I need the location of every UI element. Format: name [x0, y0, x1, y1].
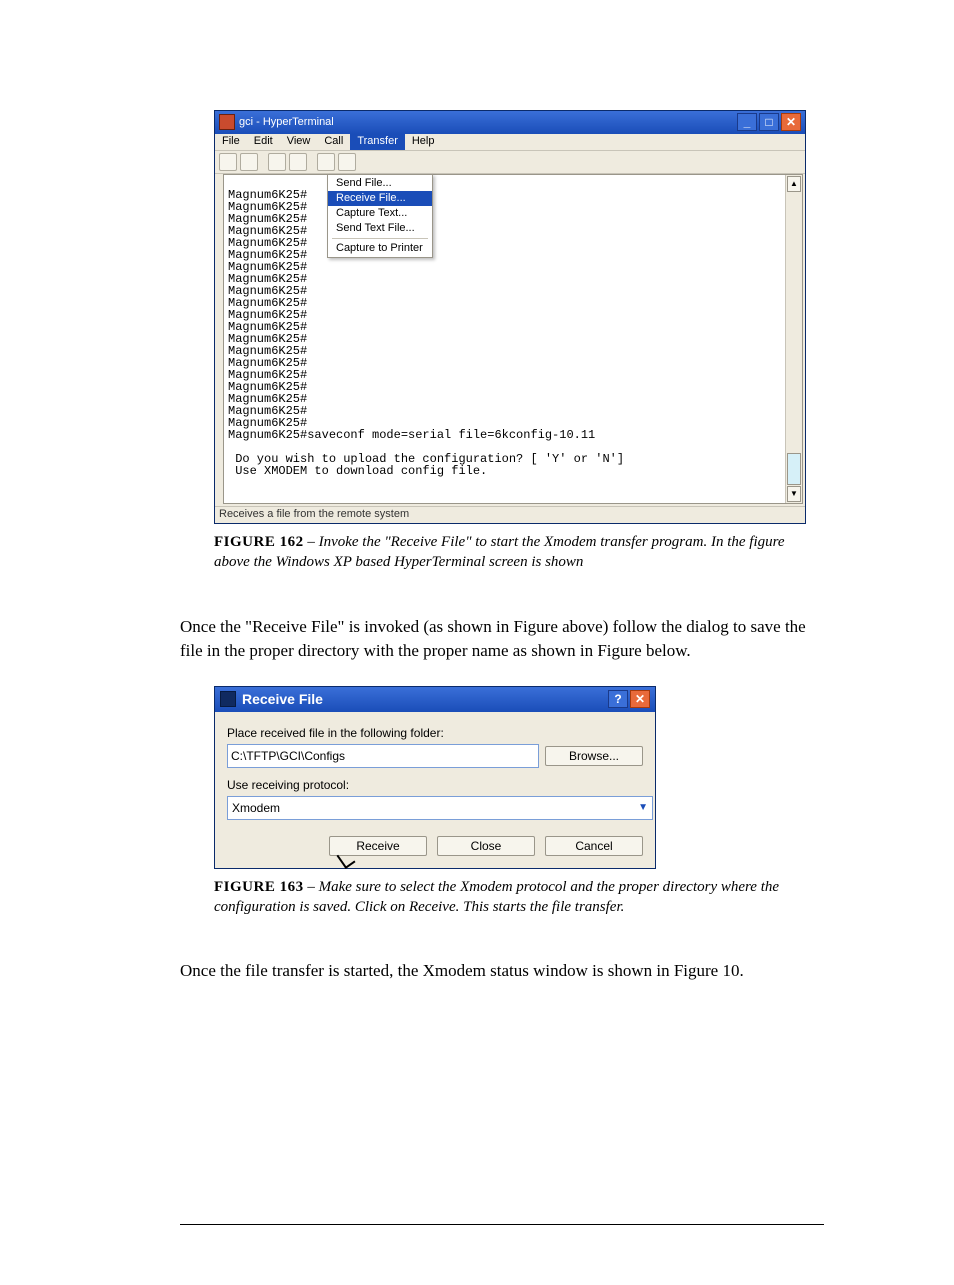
menu-file[interactable]: File: [215, 134, 247, 150]
receive-file-dialog: Receive File ? ✕ Place received file in …: [214, 686, 656, 869]
help-icon[interactable]: ?: [608, 690, 628, 708]
menu-help[interactable]: Help: [405, 134, 442, 150]
vertical-scrollbar[interactable]: ▲ ▼: [785, 175, 802, 503]
figure-162-caption: FIGURE 162 – Invoke the "Receive File" t…: [214, 532, 824, 573]
minimize-icon[interactable]: _: [737, 113, 757, 131]
toolbar-properties-icon[interactable]: [338, 153, 356, 171]
receive-file-dialog-icon: [220, 691, 236, 707]
dropdown-send-file[interactable]: Send File...: [328, 176, 432, 191]
dropdown-send-text-file[interactable]: Send Text File...: [328, 221, 432, 236]
protocol-select-value: Xmodem: [232, 801, 280, 815]
maximize-icon[interactable]: □: [759, 113, 779, 131]
chevron-down-icon: ▼: [638, 802, 648, 813]
hyperterminal-menubar: File Edit View Call Transfer Help: [215, 134, 805, 151]
figure-163-caption: FIGURE 163 – Make sure to select the Xmo…: [214, 877, 824, 918]
folder-label: Place received file in the following fol…: [227, 726, 643, 740]
status-bar: Receives a file from the remote system: [215, 506, 805, 523]
receive-file-titlebar[interactable]: Receive File ? ✕: [215, 687, 655, 712]
toolbar-send-icon[interactable]: [317, 153, 335, 171]
protocol-label: Use receiving protocol:: [227, 778, 643, 792]
figure-162-lead: FIGURE 162: [214, 534, 304, 550]
body-paragraph-1: Once the "Receive File" is invoked (as s…: [180, 615, 824, 664]
scroll-thumb[interactable]: [787, 453, 801, 485]
toolbar-open-icon[interactable]: [240, 153, 258, 171]
dropdown-separator: [332, 238, 428, 239]
receive-button[interactable]: Receive: [329, 836, 427, 856]
toolbar-disconnect-icon[interactable]: [289, 153, 307, 171]
figure-163-lead: FIGURE 163: [214, 879, 304, 895]
scroll-up-icon[interactable]: ▲: [787, 176, 801, 192]
toolbar-connect-icon[interactable]: [268, 153, 286, 171]
menu-call[interactable]: Call: [317, 134, 350, 150]
hyperterminal-title-text: gci - HyperTerminal: [239, 117, 334, 128]
scroll-down-icon[interactable]: ▼: [787, 486, 801, 502]
hyperterminal-app-icon: [219, 114, 235, 130]
protocol-select[interactable]: Xmodem ▼: [227, 796, 653, 820]
close-button[interactable]: Close: [437, 836, 535, 856]
dropdown-receive-file[interactable]: Receive File...: [328, 191, 432, 206]
footer-rule: [180, 1224, 824, 1225]
menu-edit[interactable]: Edit: [247, 134, 280, 150]
hyperterminal-window: gci - HyperTerminal _ □ ✕ File Edit View…: [214, 110, 806, 524]
body-paragraph-2: Once the file transfer is started, the X…: [180, 959, 824, 984]
hyperterminal-toolbar: [215, 151, 805, 174]
menu-transfer[interactable]: Transfer: [350, 134, 405, 150]
browse-button[interactable]: Browse...: [545, 746, 643, 766]
terminal-output[interactable]: Magnum6K25# Magnum6K25# Magnum6K25# Magn…: [224, 187, 785, 491]
close-icon[interactable]: ✕: [781, 113, 801, 131]
close-icon[interactable]: ✕: [630, 690, 650, 708]
dropdown-capture-text[interactable]: Capture Text...: [328, 206, 432, 221]
transfer-dropdown: Send File... Receive File... Capture Tex…: [327, 174, 433, 258]
folder-input[interactable]: [227, 744, 539, 768]
dropdown-capture-to-printer[interactable]: Capture to Printer: [328, 241, 432, 256]
menu-view[interactable]: View: [280, 134, 318, 150]
cancel-button[interactable]: Cancel: [545, 836, 643, 856]
toolbar-new-icon[interactable]: [219, 153, 237, 171]
hyperterminal-titlebar[interactable]: gci - HyperTerminal _ □ ✕: [215, 111, 805, 134]
receive-file-title-text: Receive File: [242, 691, 323, 707]
